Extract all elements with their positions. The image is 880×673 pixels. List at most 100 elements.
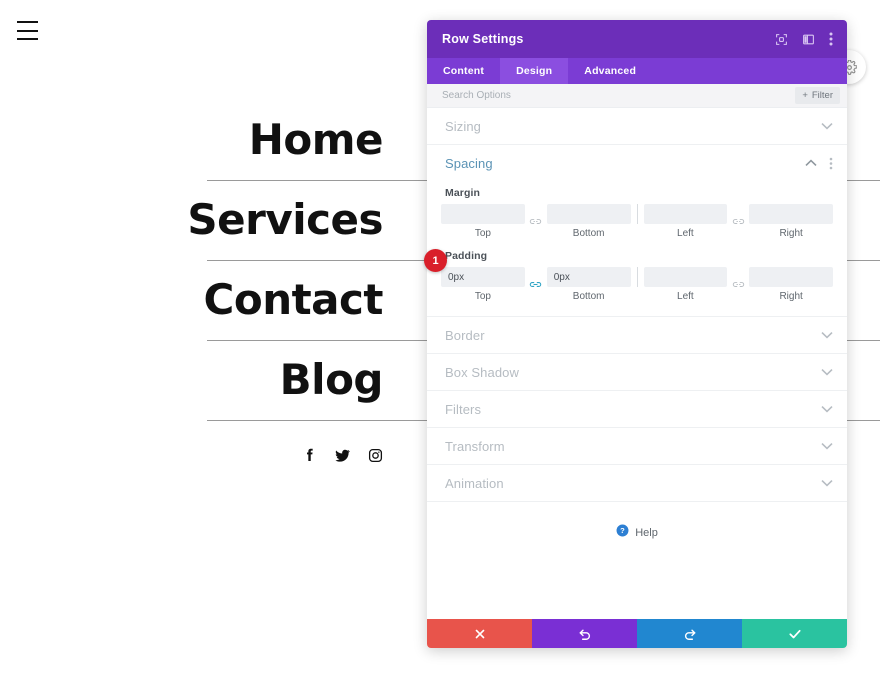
undo-button[interactable]: [532, 619, 637, 648]
padding-left-input[interactable]: [643, 267, 728, 287]
search-options-bar: + Filter: [427, 84, 847, 108]
padding-group: Top Bottom: [441, 267, 833, 302]
padding-top-input[interactable]: [441, 267, 525, 287]
section-filters-header[interactable]: Filters: [427, 391, 847, 427]
margin-label: Margin: [445, 187, 481, 199]
twitter-icon[interactable]: [334, 447, 351, 464]
section-box-shadow-header[interactable]: Box Shadow: [427, 354, 847, 390]
hamburger-menu-icon[interactable]: [17, 21, 38, 40]
menu-item-label: Blog: [279, 355, 384, 404]
section-border-header[interactable]: Border: [427, 317, 847, 353]
chevron-down-icon[interactable]: [821, 368, 833, 376]
padding-bottom-input[interactable]: [546, 267, 631, 287]
modal-title: Row Settings: [442, 32, 524, 46]
tab-content[interactable]: Content: [427, 58, 500, 84]
undo-icon: [579, 629, 590, 640]
menu-item-label: Services: [187, 195, 383, 244]
margin-group: Top Bottom Left Right: [441, 204, 833, 239]
chevron-down-icon[interactable]: [821, 479, 833, 487]
padding-bottom-cell: Bottom: [546, 267, 631, 302]
section-spacing-header[interactable]: Spacing: [427, 145, 847, 181]
modal-tabs: Content Design Advanced: [427, 58, 847, 84]
section-title: Spacing: [445, 155, 493, 171]
padding-left-cell: Left: [643, 267, 728, 302]
expand-fullscreen-icon[interactable]: [775, 33, 788, 46]
modal-header: Row Settings: [427, 20, 847, 58]
filter-button[interactable]: + Filter: [795, 87, 840, 104]
margin-top-input[interactable]: [441, 204, 525, 224]
margin-left-input[interactable]: [643, 204, 728, 224]
section-transform: Transform: [427, 428, 847, 465]
chevron-down-icon[interactable]: [821, 331, 833, 339]
spacing-body: Margin Top Bottom Left Right Padding 0px…: [427, 181, 847, 316]
check-icon: [788, 629, 801, 638]
section-title: Animation: [445, 475, 504, 491]
help-link[interactable]: ? Help: [427, 502, 847, 542]
redo-button[interactable]: [637, 619, 742, 648]
section-transform-header[interactable]: Transform: [427, 428, 847, 464]
section-animation: Animation: [427, 465, 847, 502]
margin-right-sublabel: Right: [779, 228, 803, 239]
facebook-icon[interactable]: [301, 447, 317, 463]
tab-advanced[interactable]: Advanced: [568, 58, 652, 84]
margin-left-cell: Left: [643, 204, 728, 239]
section-title: Box Shadow: [445, 364, 519, 380]
padding-left-right-pair: Left Right: [643, 267, 833, 302]
section-title: Transform: [445, 438, 505, 454]
cancel-button[interactable]: [427, 619, 532, 648]
link-margin-left-right-icon[interactable]: [727, 212, 749, 232]
group-divider: [636, 267, 638, 287]
hamburger-bar: [17, 38, 38, 40]
link-margin-top-bottom-icon[interactable]: [525, 212, 547, 232]
margin-bottom-input[interactable]: [546, 204, 631, 224]
margin-top-bottom-pair: Top Bottom: [441, 204, 631, 239]
hamburger-bar: [17, 21, 38, 23]
filter-button-label: Filter: [811, 90, 833, 101]
menu-item-label: Home: [248, 115, 384, 164]
instagram-icon[interactable]: [368, 448, 383, 463]
save-button[interactable]: [742, 619, 847, 648]
tab-design[interactable]: Design: [500, 58, 569, 84]
search-input[interactable]: [442, 90, 796, 101]
margin-bottom-cell: Bottom: [546, 204, 631, 239]
padding-right-input[interactable]: [749, 267, 833, 287]
chevron-down-icon[interactable]: [821, 442, 833, 450]
more-vertical-icon[interactable]: [829, 157, 833, 170]
menu-item-label: Contact: [203, 275, 384, 324]
padding-label: Padding: [445, 250, 488, 262]
chevron-down-icon[interactable]: [821, 122, 833, 130]
annotation-badge-1: 1: [424, 249, 447, 272]
more-vertical-icon[interactable]: [829, 32, 833, 46]
row-settings-modal: Row Settings Content Design Advanced Sea…: [427, 20, 847, 648]
section-filters: Filters: [427, 391, 847, 428]
link-padding-top-bottom-icon[interactable]: [525, 275, 547, 295]
settings-panel-body: Sizing Spacing Margin Top Bottom Left Ri…: [427, 108, 847, 619]
margin-bottom-sublabel: Bottom: [572, 228, 605, 239]
padding-top-bottom-pair: Top Bottom: [441, 267, 631, 302]
margin-right-input[interactable]: [749, 204, 833, 224]
margin-left-sublabel: Left: [677, 228, 694, 239]
padding-bottom-sublabel: Bottom: [572, 291, 605, 302]
section-sizing-header[interactable]: Sizing: [427, 108, 847, 144]
margin-top-cell: Top: [441, 204, 525, 239]
group-divider: [636, 204, 638, 224]
link-padding-left-right-icon[interactable]: [727, 275, 749, 295]
screen: Home Services Contact Blog Row Settings …: [0, 0, 880, 673]
margin-left-right-pair: Left Right: [643, 204, 833, 239]
chevron-up-icon[interactable]: [805, 159, 817, 167]
section-title: Border: [445, 327, 485, 343]
section-animation-header[interactable]: Animation: [427, 465, 847, 501]
padding-right-cell: Right: [749, 267, 833, 302]
margin-top-sublabel: Top: [474, 228, 491, 239]
panel-layout-icon[interactable]: [802, 33, 815, 46]
plus-icon: +: [802, 90, 808, 101]
help-label: Help: [635, 527, 658, 539]
close-x-icon: [475, 629, 484, 638]
section-spacing: Spacing Margin Top Bottom Left Right Pad…: [427, 145, 847, 317]
modal-header-actions: [775, 32, 833, 46]
chevron-down-icon[interactable]: [821, 405, 833, 413]
section-sizing: Sizing: [427, 108, 847, 145]
section-border: Border: [427, 317, 847, 354]
svg-text:?: ?: [620, 526, 625, 535]
help-question-icon: ?: [616, 524, 629, 542]
